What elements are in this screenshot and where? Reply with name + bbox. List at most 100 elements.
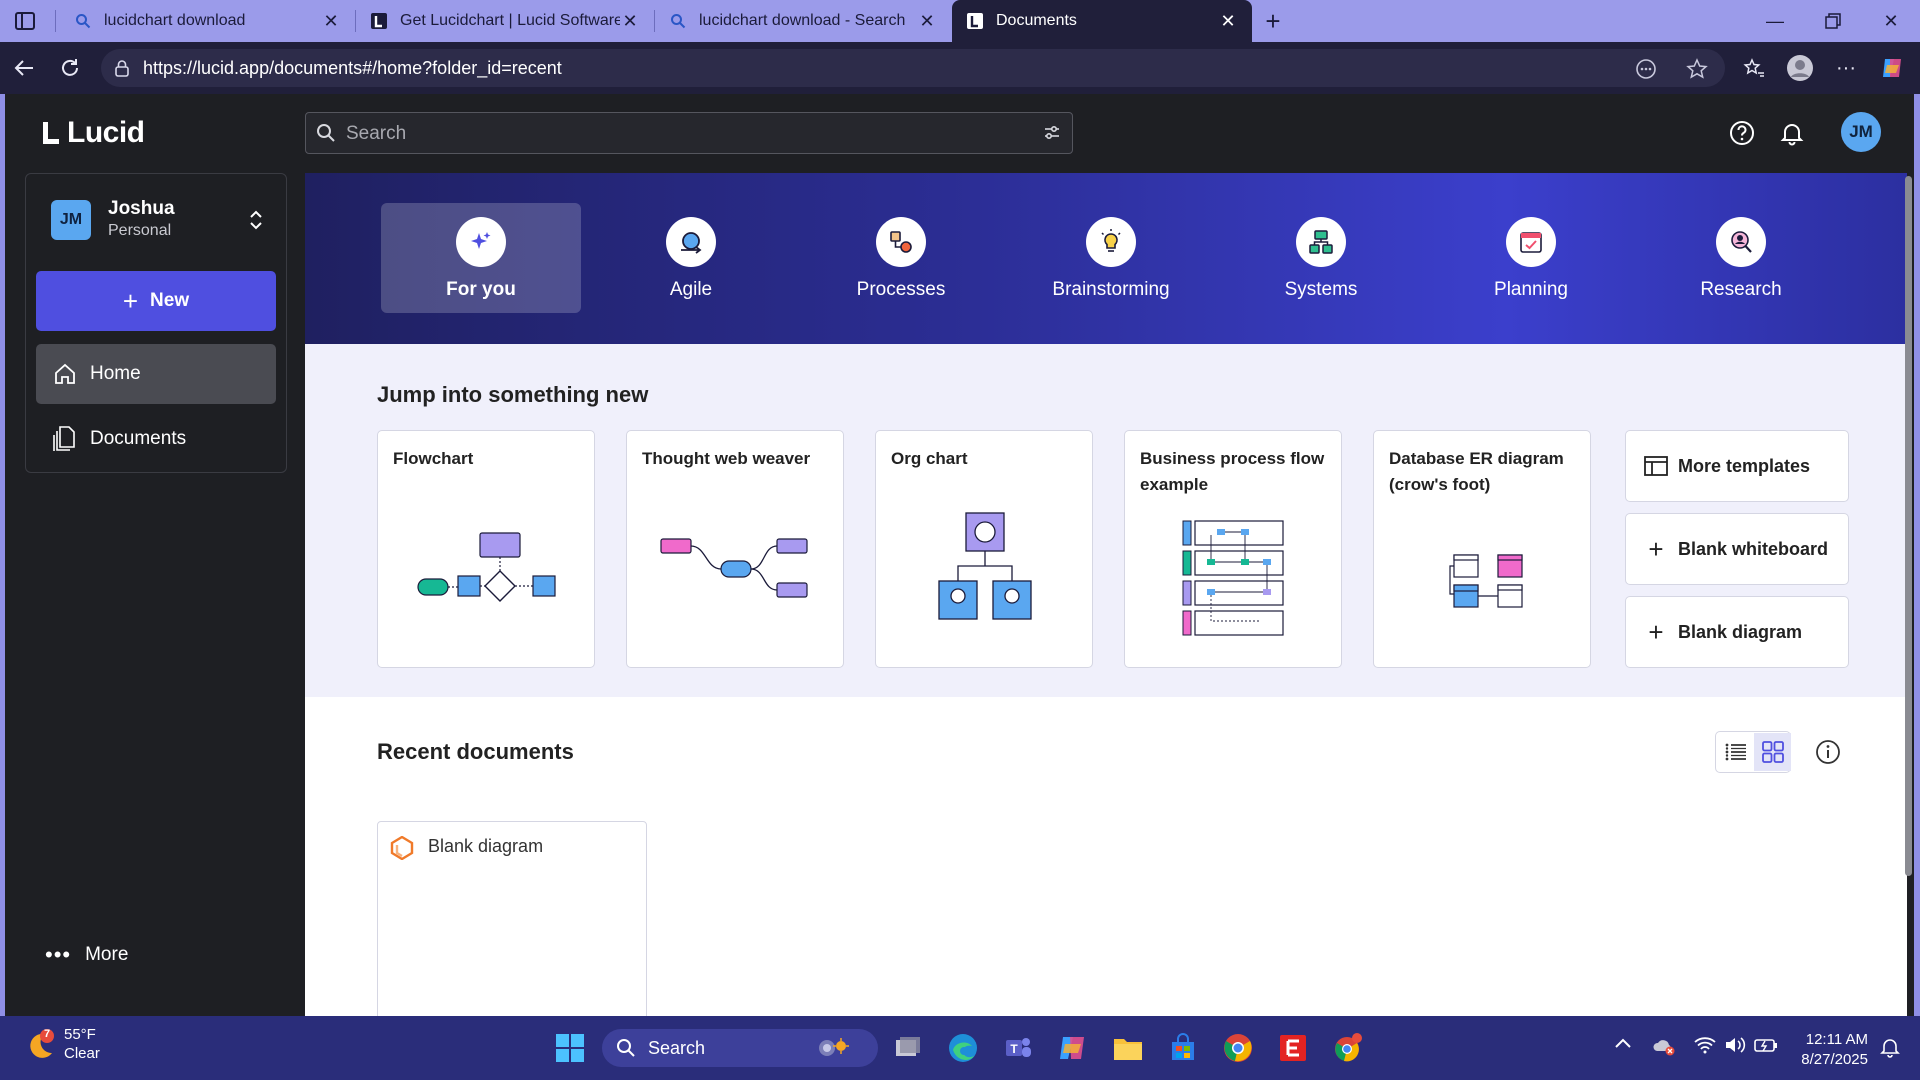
new-button[interactable]: + New	[36, 271, 276, 331]
chrome-icon[interactable]	[1220, 1030, 1256, 1066]
show-hidden-icons[interactable]	[1614, 1036, 1632, 1054]
close-tab-icon[interactable]: ✕	[1218, 11, 1238, 31]
lucid-logo[interactable]: Lucid	[41, 116, 145, 150]
sidebar-item-documents[interactable]: Documents	[36, 409, 276, 469]
home-icon	[52, 361, 78, 387]
template-card-database-er[interactable]: Database ER diagram (crow's foot)	[1373, 430, 1591, 668]
search-placeholder: Search	[346, 123, 407, 144]
systems-icon	[1296, 217, 1346, 267]
category-brainstorming[interactable]: Brainstorming	[1011, 203, 1211, 313]
account-switcher-icon[interactable]	[244, 206, 268, 234]
close-tab-icon[interactable]: ✕	[917, 11, 937, 31]
new-tab-icon[interactable]: +	[1258, 6, 1288, 36]
copilot-icon[interactable]	[1055, 1030, 1091, 1066]
tab-title: Documents	[996, 12, 1077, 29]
browser-tab[interactable]: Get Lucidchart | Lucid Software ✕	[356, 0, 654, 42]
processes-icon	[876, 217, 926, 267]
back-icon[interactable]	[8, 52, 40, 84]
weather-moon-icon: 7	[22, 1028, 56, 1062]
template-card-thought-web[interactable]: Thought web weaver	[626, 430, 844, 668]
research-icon	[1716, 217, 1766, 267]
list-view-icon[interactable]	[1717, 733, 1754, 771]
onedrive-icon[interactable]	[1652, 1036, 1676, 1061]
chrome-profile-icon[interactable]	[1330, 1030, 1366, 1066]
category-processes[interactable]: Processes	[801, 203, 1001, 313]
notifications-bell-icon[interactable]	[1777, 118, 1807, 148]
task-view-icon[interactable]	[890, 1030, 926, 1066]
grid-view-icon[interactable]	[1754, 733, 1791, 771]
more-dots-icon: •••	[45, 942, 72, 967]
search-highlight-icon[interactable]	[816, 1030, 852, 1066]
plus-icon: +	[122, 285, 139, 316]
help-icon[interactable]	[1727, 118, 1757, 148]
edge-browser-icon[interactable]	[945, 1030, 981, 1066]
blank-diagram-label: Blank diagram	[1678, 621, 1803, 642]
category-label: For you	[446, 279, 516, 300]
volume-icon[interactable]	[1724, 1036, 1746, 1059]
category-for-you[interactable]: For you	[381, 203, 581, 313]
recent-documents-title: Recent documents	[377, 739, 574, 764]
red-app-icon[interactable]	[1275, 1030, 1311, 1066]
template-card-flowchart[interactable]: Flowchart	[377, 430, 595, 668]
category-label: Processes	[856, 279, 946, 300]
category-research[interactable]: Research	[1641, 203, 1841, 313]
browser-tab[interactable]: lucidchart download - Search ✕	[655, 0, 951, 42]
search-bar[interactable]: Search	[305, 112, 1073, 154]
refresh-icon[interactable]	[54, 52, 86, 84]
page-scrollbar[interactable]	[1905, 176, 1912, 876]
lucid-logo-icon	[43, 122, 59, 144]
user-avatar[interactable]: JM	[1841, 112, 1881, 152]
new-button-label: New	[150, 290, 190, 311]
category-planning[interactable]: Planning	[1431, 203, 1631, 313]
svg-text:T: T	[1010, 1042, 1018, 1056]
settings-more-icon[interactable]: ···	[1830, 52, 1862, 84]
windows-start-icon[interactable]	[552, 1030, 588, 1066]
clock-date: 8/27/2025	[1801, 1050, 1868, 1068]
url-bar[interactable]: https://lucid.app/documents#/home?folder…	[101, 49, 1725, 87]
blank-whiteboard-button[interactable]: + Blank whiteboard	[1625, 513, 1849, 585]
browser-tab[interactable]: lucidchart download ✕	[60, 0, 355, 42]
tab-actions-icon[interactable]	[10, 8, 40, 34]
template-card-org-chart[interactable]: Org chart	[875, 430, 1093, 668]
template-icon	[1644, 454, 1668, 478]
category-systems[interactable]: Systems	[1221, 203, 1421, 313]
weather-condition: Clear	[64, 1044, 100, 1062]
favorites-icon[interactable]	[1738, 52, 1770, 84]
system-clock[interactable]: 12:11 AM 8/27/2025	[1796, 1030, 1868, 1069]
file-explorer-icon[interactable]	[1110, 1030, 1146, 1066]
more-button[interactable]: ••• More	[45, 942, 128, 968]
wifi-icon[interactable]	[1694, 1036, 1716, 1059]
search-icon	[669, 12, 687, 30]
org-chart-preview-icon	[938, 512, 1032, 620]
more-templates-button[interactable]: More templates	[1625, 430, 1849, 502]
logo-text: Lucid	[67, 116, 145, 149]
minimize-icon[interactable]: —	[1746, 0, 1804, 42]
profile-icon[interactable]	[1784, 52, 1816, 84]
weather-widget[interactable]: 7 55°F Clear	[22, 1026, 100, 1064]
category-agile[interactable]: Agile	[591, 203, 791, 313]
teams-icon[interactable]: T	[1000, 1030, 1036, 1066]
flowchart-preview-icon	[417, 532, 556, 602]
favorite-star-icon[interactable]	[1685, 57, 1709, 81]
close-tab-icon[interactable]: ✕	[321, 11, 341, 31]
document-card[interactable]: Blank diagram	[377, 821, 647, 1016]
microsoft-store-icon[interactable]	[1165, 1030, 1201, 1066]
info-icon[interactable]	[1815, 739, 1841, 765]
close-tab-icon[interactable]: ✕	[620, 11, 640, 31]
close-window-icon[interactable]: ✕	[1862, 0, 1920, 42]
filter-icon[interactable]	[1042, 123, 1062, 148]
business-process-preview-icon	[1182, 520, 1284, 636]
template-card-business-process[interactable]: Business process flow example	[1124, 430, 1342, 668]
battery-icon[interactable]	[1754, 1036, 1778, 1059]
category-label: Agile	[669, 279, 713, 300]
browser-tab-active[interactable]: Documents ✕	[952, 0, 1252, 42]
weather-badge: 7	[43, 1027, 51, 1040]
reader-icon[interactable]	[1634, 57, 1658, 81]
calendar-icon	[1506, 217, 1556, 267]
blank-diagram-button[interactable]: + Blank diagram	[1625, 596, 1849, 668]
notification-center-icon[interactable]	[1880, 1036, 1900, 1063]
site-info-icon[interactable]	[113, 59, 131, 77]
sidebar-item-home[interactable]: Home	[36, 344, 276, 404]
copilot-icon[interactable]	[1876, 52, 1908, 84]
restore-icon[interactable]	[1804, 0, 1862, 42]
